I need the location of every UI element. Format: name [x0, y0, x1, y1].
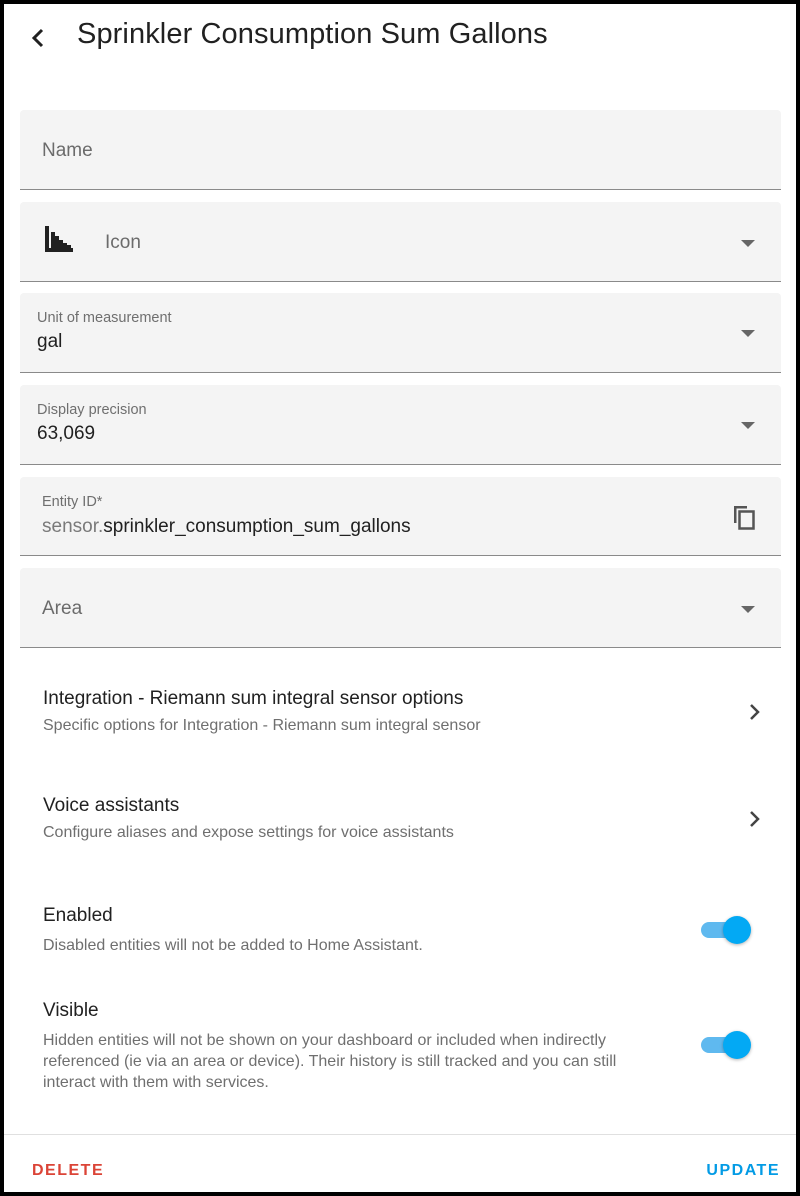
enabled-toggle[interactable] — [701, 915, 755, 945]
chevron-down-icon — [741, 606, 755, 613]
chevron-down-icon — [741, 422, 755, 429]
unit-label: Unit of measurement — [37, 310, 172, 326]
precision-select[interactable]: Display precision 63,069 — [20, 385, 781, 465]
enabled-title: Enabled — [43, 905, 113, 926]
enabled-subtitle: Disabled entities will not be added to H… — [43, 937, 423, 954]
toggle-thumb — [723, 916, 751, 944]
entity-id-field[interactable]: Entity ID* sensor.sprinkler_consumption_… — [20, 477, 781, 556]
voice-assistants-row[interactable]: Voice assistants Configure aliases and e… — [43, 794, 763, 850]
precision-value: 63,069 — [37, 423, 96, 444]
icon-placeholder: Icon — [105, 232, 141, 253]
voice-assistants-subtitle: Configure aliases and expose settings fo… — [43, 824, 454, 841]
visible-subtitle: Hidden entities will not be shown on you… — [43, 1032, 617, 1091]
entity-id-text: sprinkler_consumption_sum_gallons — [103, 516, 411, 537]
chevron-down-icon — [741, 240, 755, 247]
precision-label: Display precision — [37, 402, 147, 418]
dialog-header: Sprinkler Consumption Sum Gallons — [4, 4, 796, 76]
delete-button[interactable]: DELETE — [32, 1162, 104, 1180]
name-field[interactable]: Name — [20, 110, 781, 190]
area-select[interactable]: Area — [20, 568, 781, 648]
integration-options-row[interactable]: Integration - Riemann sum integral senso… — [43, 687, 763, 743]
chart-bell-curve-cumulative-icon — [45, 226, 73, 252]
entity-id-prefix: sensor. — [42, 516, 104, 537]
visible-toggle[interactable] — [701, 1030, 755, 1060]
content-copy-icon[interactable] — [731, 503, 757, 531]
chevron-right-icon — [750, 811, 760, 827]
voice-assistants-title: Voice assistants — [43, 795, 180, 816]
enabled-setting: Enabled Disabled entities will not be ad… — [43, 904, 763, 964]
unit-value: gal — [37, 331, 63, 352]
entity-id-label: Entity ID* — [42, 494, 103, 510]
page-title: Sprinkler Consumption Sum Gallons — [77, 18, 548, 50]
visible-setting: Visible Hidden entities will not be show… — [43, 999, 763, 1099]
visible-title: Visible — [43, 1000, 99, 1021]
name-placeholder: Name — [42, 140, 93, 161]
integration-options-subtitle: Specific options for Integration - Riema… — [43, 717, 481, 734]
unit-select[interactable]: Unit of measurement gal — [20, 293, 781, 373]
toggle-thumb — [723, 1031, 751, 1059]
entity-settings-dialog: Sprinkler Consumption Sum Gallons Name I… — [4, 4, 796, 1192]
area-placeholder: Area — [42, 598, 83, 619]
back-button[interactable] — [24, 22, 52, 54]
integration-options-title: Integration - Riemann sum integral senso… — [43, 688, 464, 709]
chevron-left-icon — [31, 28, 44, 48]
chevron-down-icon — [741, 330, 755, 337]
chevron-right-icon — [750, 704, 760, 720]
update-button[interactable]: UPDATE — [706, 1162, 780, 1180]
entity-id-value: sensor.sprinkler_consumption_sum_gallons — [42, 516, 411, 538]
footer-divider — [4, 1134, 796, 1135]
icon-picker[interactable]: Icon — [20, 202, 781, 282]
